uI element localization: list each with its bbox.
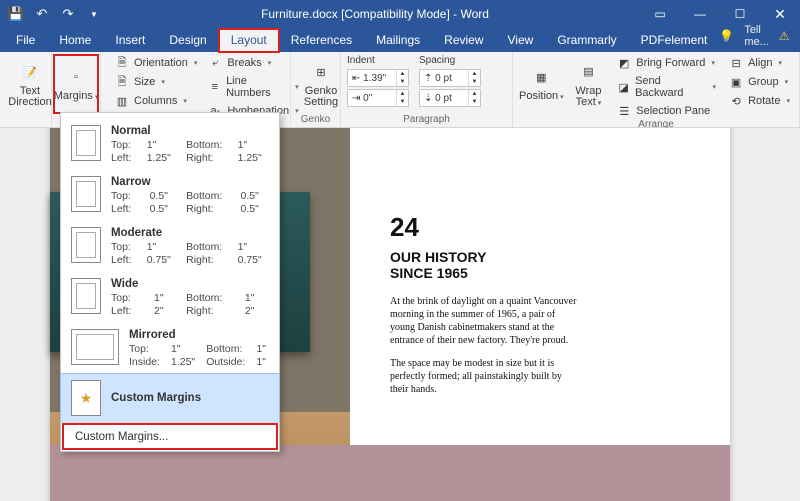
margin-preview-icon bbox=[71, 227, 101, 263]
send-backward-button[interactable]: ◪Send Backward▾ bbox=[613, 74, 719, 100]
tab-mailings[interactable]: Mailings bbox=[364, 29, 432, 52]
doc-paragraph-1: At the brink of daylight on a quaint Van… bbox=[390, 295, 580, 347]
tab-layout[interactable]: Layout bbox=[219, 29, 279, 52]
warning-icon: ⚠ bbox=[779, 29, 790, 43]
save-icon[interactable]: 💾 bbox=[6, 4, 26, 24]
selection-pane-button[interactable]: ☰Selection Pane bbox=[613, 103, 719, 119]
spacing-before-input[interactable]: ⇡ 0 pt▲▼ bbox=[419, 69, 481, 87]
columns-button[interactable]: ▥Columns▾ bbox=[111, 93, 200, 109]
selection-pane-icon: ☰ bbox=[616, 104, 632, 118]
indent-left-input[interactable]: ⇤ 1.39"▲▼ bbox=[347, 69, 409, 87]
spacing-after-input[interactable]: ⇣ 0 pt▲▼ bbox=[419, 89, 481, 107]
rotate-button[interactable]: ⟲Rotate▾ bbox=[725, 93, 793, 109]
tab-design[interactable]: Design bbox=[157, 29, 218, 52]
margins-dropdown: Normal Top:1" Bottom:1" Left:1.25" Right… bbox=[60, 112, 280, 452]
position-button[interactable]: ▦ Position▾ bbox=[519, 55, 564, 113]
ribbon-tabs: File Home Insert Design Layout Reference… bbox=[0, 28, 800, 52]
breaks-icon: ⤶ bbox=[207, 56, 223, 70]
title-bar: 💾 ↶ ↷ ▼ Furniture.docx [Compatibility Mo… bbox=[0, 0, 800, 28]
margins-option-moderate[interactable]: Moderate Top:1" Bottom:1" Left:0.75" Rig… bbox=[61, 221, 279, 272]
orientation-button[interactable]: 🗎Orientation▾ bbox=[111, 55, 200, 71]
custom-margins-menu-item[interactable]: Custom Margins... bbox=[61, 422, 279, 451]
size-icon: 🗎 bbox=[114, 75, 130, 89]
bring-forward-icon: ◩ bbox=[616, 56, 632, 70]
size-button[interactable]: 🗎Size▾ bbox=[111, 74, 200, 90]
text-direction-icon: 📝 bbox=[16, 60, 44, 84]
tab-home[interactable]: Home bbox=[47, 29, 103, 52]
tell-me-search[interactable]: Tell me... bbox=[744, 24, 768, 48]
text-direction-button[interactable]: 📝 Text Direction bbox=[6, 55, 54, 113]
minimize-button[interactable]: — bbox=[680, 0, 720, 28]
indent-right-input[interactable]: ⇥ 0"▲▼ bbox=[347, 89, 409, 107]
redo-icon[interactable]: ↷ bbox=[58, 4, 78, 24]
margin-preview-icon bbox=[71, 329, 119, 365]
indent-label: Indent bbox=[347, 55, 409, 67]
margins-option-mirrored[interactable]: Mirrored Top:1" Bottom:1" Inside:1.25" O… bbox=[61, 323, 279, 374]
spacing-label: Spacing bbox=[419, 55, 481, 67]
tab-insert[interactable]: Insert bbox=[103, 29, 157, 52]
margins-option-wide[interactable]: Wide Top:1" Bottom:1" Left:2" Right:2" bbox=[61, 272, 279, 323]
group-icon: ▣ bbox=[728, 75, 744, 89]
group-button[interactable]: ▣Group▾ bbox=[725, 74, 793, 90]
genko-setting-button[interactable]: ⊞ GenkoSetting bbox=[297, 55, 345, 113]
align-icon: ⊟ bbox=[728, 56, 744, 70]
photo-band bbox=[50, 445, 730, 501]
margin-preview-icon bbox=[71, 125, 101, 161]
undo-icon[interactable]: ↶ bbox=[32, 4, 52, 24]
lightbulb-icon: 💡 bbox=[719, 29, 734, 43]
line-numbers-icon: ≡ bbox=[207, 80, 222, 94]
wrap-text-button[interactable]: ▤ Wrap Text▾ bbox=[570, 55, 608, 113]
doc-paragraph-2: The space may be modest in size but it i… bbox=[390, 357, 580, 396]
window-title: Furniture.docx [Compatibility Mode] - Wo… bbox=[110, 7, 640, 21]
qat-customize-icon[interactable]: ▼ bbox=[84, 4, 104, 24]
margin-preview-icon bbox=[71, 176, 101, 212]
tab-pdfelement[interactable]: PDFelement bbox=[629, 29, 720, 52]
orientation-icon: 🗎 bbox=[114, 56, 130, 70]
margins-option-normal[interactable]: Normal Top:1" Bottom:1" Left:1.25" Right… bbox=[61, 119, 279, 170]
rotate-icon: ⟲ bbox=[728, 94, 744, 108]
line-numbers-button[interactable]: ≡Line Numbers▾ bbox=[204, 74, 301, 100]
doc-heading-1: OUR HISTORY bbox=[390, 249, 716, 265]
margins-option-custom[interactable]: Custom Margins bbox=[60, 373, 280, 423]
send-backward-icon: ◪ bbox=[616, 80, 631, 94]
genko-icon: ⊞ bbox=[307, 60, 335, 84]
group-label-paragraph: Paragraph bbox=[347, 114, 506, 125]
margin-preview-icon bbox=[71, 380, 101, 416]
tab-references[interactable]: References bbox=[279, 29, 364, 52]
wrap-text-icon: ▤ bbox=[574, 60, 602, 84]
position-icon: ▦ bbox=[527, 65, 555, 89]
margins-button[interactable]: ▫ Margins▾ bbox=[54, 55, 98, 113]
bring-forward-button[interactable]: ◩Bring Forward▾ bbox=[613, 55, 719, 71]
doc-heading-2: SINCE 1965 bbox=[390, 265, 716, 281]
margin-preview-icon bbox=[71, 278, 101, 314]
tab-grammarly[interactable]: Grammarly bbox=[545, 29, 628, 52]
group-label-genko: Genko bbox=[297, 114, 334, 125]
columns-icon: ▥ bbox=[114, 94, 130, 108]
align-button[interactable]: ⊟Align▾ bbox=[725, 55, 793, 71]
page-number: 24 bbox=[390, 212, 716, 243]
tab-file[interactable]: File bbox=[4, 29, 47, 52]
margins-option-narrow[interactable]: Narrow Top:0.5" Bottom:0.5" Left:0.5" Ri… bbox=[61, 170, 279, 221]
breaks-button[interactable]: ⤶Breaks▾ bbox=[204, 55, 301, 71]
tab-view[interactable]: View bbox=[496, 29, 546, 52]
tab-review[interactable]: Review bbox=[432, 29, 495, 52]
ribbon-options-icon[interactable]: ▭ bbox=[640, 0, 680, 28]
margins-icon: ▫ bbox=[62, 65, 90, 89]
